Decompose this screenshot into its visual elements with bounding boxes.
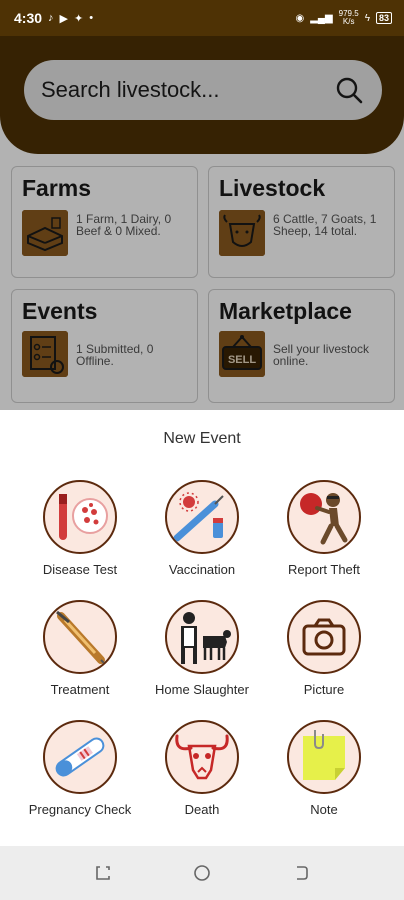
sticky-note-icon [287,720,361,794]
recents-icon[interactable] [94,864,112,882]
option-label: Picture [303,682,345,697]
new-event-sheet: New Event Disease Test Vaccination Repor… [0,410,404,846]
option-picture[interactable]: Picture [254,600,394,697]
hotspot-icon: ◉ [295,12,305,24]
tiktok-icon: ♪ [48,12,54,24]
twitter-icon: ✦ [74,12,84,25]
option-label: Home Slaughter [155,682,249,697]
option-label: Report Theft [287,562,361,577]
dot-icon: • [89,12,94,24]
option-disease-test[interactable]: Disease Test [10,480,150,577]
sheet-title: New Event [163,430,241,447]
thief-icon [287,480,361,554]
option-label: Vaccination [168,562,236,577]
treatment-syringe-icon [43,600,117,674]
option-home-slaughter[interactable]: Home Slaughter [132,600,272,697]
network-speed-unit: K/s [342,17,355,26]
camera-icon [287,600,361,674]
option-note[interactable]: Note [254,720,394,817]
status-time: 4:30 [14,10,43,26]
back-icon[interactable] [292,864,310,882]
battery-level: 83 [375,12,392,24]
youtube-icon: ▶ [59,12,68,25]
network-speed: 979.5 K/s [339,10,359,26]
option-label: Disease Test [42,562,118,577]
blood-test-icon [43,480,117,554]
option-death[interactable]: Death [132,720,272,817]
option-report-theft[interactable]: Report Theft [254,480,394,577]
system-nav-bar [0,846,404,900]
syringe-vaccine-icon [165,480,239,554]
butcher-cow-icon [165,600,239,674]
option-treatment[interactable]: Treatment [10,600,150,697]
bull-skull-icon [165,720,239,794]
status-bar: 4:30 ♪ ▶ ✦ • ◉ ▂▄▆ 979.5 K/s ϟ 83 [0,0,404,36]
option-vaccination[interactable]: Vaccination [132,480,272,577]
home-icon[interactable] [193,864,211,882]
charging-icon: ϟ [364,12,370,24]
pregnancy-test-icon [43,720,117,794]
option-label: Death [184,802,220,817]
option-label: Note [310,802,338,817]
signal-icon: ▂▄▆ [310,12,333,24]
option-label: Pregnancy Check [28,802,132,817]
option-label: Treatment [50,682,110,697]
option-pregnancy-check[interactable]: Pregnancy Check [10,720,150,817]
modal-scrim[interactable] [0,36,404,410]
